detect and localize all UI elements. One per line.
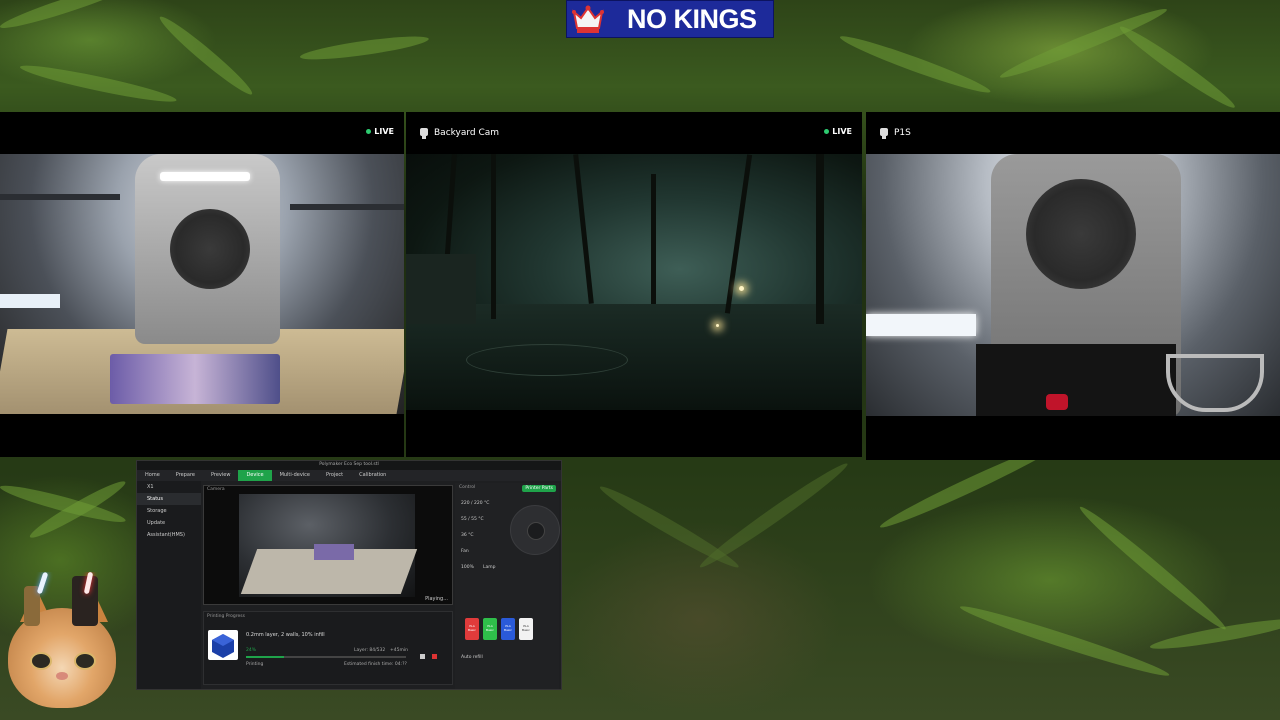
live-dot-icon [366, 129, 372, 134]
camera-header: P1S [866, 112, 1280, 154]
tab-prepare[interactable]: Prepare [168, 470, 203, 481]
chamber-temp: 36 °C [461, 533, 474, 538]
camera-image [239, 494, 418, 597]
camera-name: P1S [894, 128, 911, 138]
progress-fill [246, 656, 285, 658]
camera-panel-backyard: Backyard Cam LIVE [406, 112, 862, 457]
tab-preview[interactable]: Preview [203, 470, 238, 481]
app-sidebar: X1 Status Storage Update Assistant(HMS) [137, 481, 201, 689]
sidebar-item-status[interactable]: Status [137, 493, 201, 505]
print-status: Printing [246, 662, 264, 667]
printer-parts-button[interactable]: Printer Parts [522, 485, 556, 492]
stop-button[interactable] [432, 654, 437, 659]
lamp-toggle[interactable]: Lamp [483, 565, 496, 570]
control-panel: Control Printer Parts 220 / 220 °C 55 / … [455, 483, 560, 689]
camera-label: Camera [207, 487, 225, 492]
live-indicator: LIVE [824, 127, 852, 136]
camera-icon [419, 127, 429, 139]
print-progress-panel: Printing Progress 0.2mm layer, 2 walls, … [203, 611, 453, 685]
live-label: LIVE [374, 127, 394, 136]
window-title: Polymaker Eco Sep tool.stl [319, 462, 379, 467]
camera-panel-printer: LIVE [0, 112, 404, 457]
ams-spool[interactable]: PLA Basic [465, 618, 479, 640]
no-kings-logo: NO KINGS [566, 0, 774, 38]
app-camera-view[interactable]: Camera Playing... [203, 485, 453, 605]
camera-header: LIVE [0, 112, 404, 154]
job-description: 0.2mm layer, 2 walls, 10% infill [246, 632, 325, 638]
ams-spool[interactable]: PLA Basic [483, 618, 497, 640]
tab-calibration[interactable]: Calibration [351, 470, 394, 481]
cat-mascot-overlay [0, 572, 132, 720]
fan-label: Fan [461, 549, 469, 554]
ams-refill-label[interactable]: Auto refill [461, 655, 483, 660]
sidebar-item-storage[interactable]: Storage [137, 505, 201, 517]
bed-temp[interactable]: 55 / 55 °C [461, 517, 484, 522]
live-label: LIVE [832, 127, 852, 136]
live-indicator: LIVE [366, 127, 394, 136]
live-dot-icon [824, 129, 830, 134]
camera-header: Backyard Cam LIVE [406, 112, 862, 154]
control-label: Control [459, 485, 476, 490]
print-progress-label: Printing Progress [207, 614, 245, 619]
spool-label: PLA Basic [468, 624, 476, 632]
est-finish: Estimated finish time: 04:?? [344, 662, 407, 667]
bambu-studio-window: Polymaker Eco Sep tool.stl Home Prepare … [136, 460, 562, 690]
pause-button[interactable] [420, 654, 425, 659]
nozzle-temp[interactable]: 220 / 220 °C [461, 501, 489, 506]
ams-spool[interactable]: PLA Basic [501, 618, 515, 640]
tab-project[interactable]: Project [318, 470, 351, 481]
crown-icon [567, 0, 607, 38]
camera-panel-p1s: P1S [866, 112, 1280, 460]
fan-speed[interactable]: 100% [461, 565, 474, 570]
tab-home[interactable]: Home [137, 470, 168, 481]
app-tabs: Home Prepare Preview Device Multi-device… [137, 470, 561, 481]
ams-spool[interactable]: PLA Basic [519, 618, 533, 640]
camera-feed[interactable] [866, 154, 1280, 416]
camera-feed[interactable] [0, 154, 404, 414]
camera-name: Backyard Cam [434, 128, 500, 138]
sidebar-item-assistant[interactable]: Assistant(HMS) [137, 529, 201, 541]
logo-text: NO KINGS [627, 3, 757, 34]
progress-percent: 24% [246, 648, 257, 653]
tab-device[interactable]: Device [238, 470, 272, 481]
camera-feed[interactable] [406, 154, 862, 410]
progress-bar [246, 656, 406, 658]
camera-icon [879, 127, 889, 139]
axis-jog-dial[interactable] [510, 505, 560, 555]
sidebar-item-update[interactable]: Update [137, 517, 201, 529]
tab-multi-device[interactable]: Multi-device [272, 470, 318, 481]
spool-label: PLA Basic [504, 624, 512, 632]
spool-label: PLA Basic [486, 624, 494, 632]
cube-thumbnail [208, 630, 238, 660]
video-status: Playing... [425, 596, 448, 602]
app-titlebar: Polymaker Eco Sep tool.stl [137, 461, 561, 470]
time-left: +45min [390, 648, 408, 653]
spool-label: PLA Basic [522, 624, 530, 632]
sidebar-item-printer[interactable]: X1 [137, 481, 201, 493]
layer-text: Layer: 84/532 [354, 648, 386, 653]
